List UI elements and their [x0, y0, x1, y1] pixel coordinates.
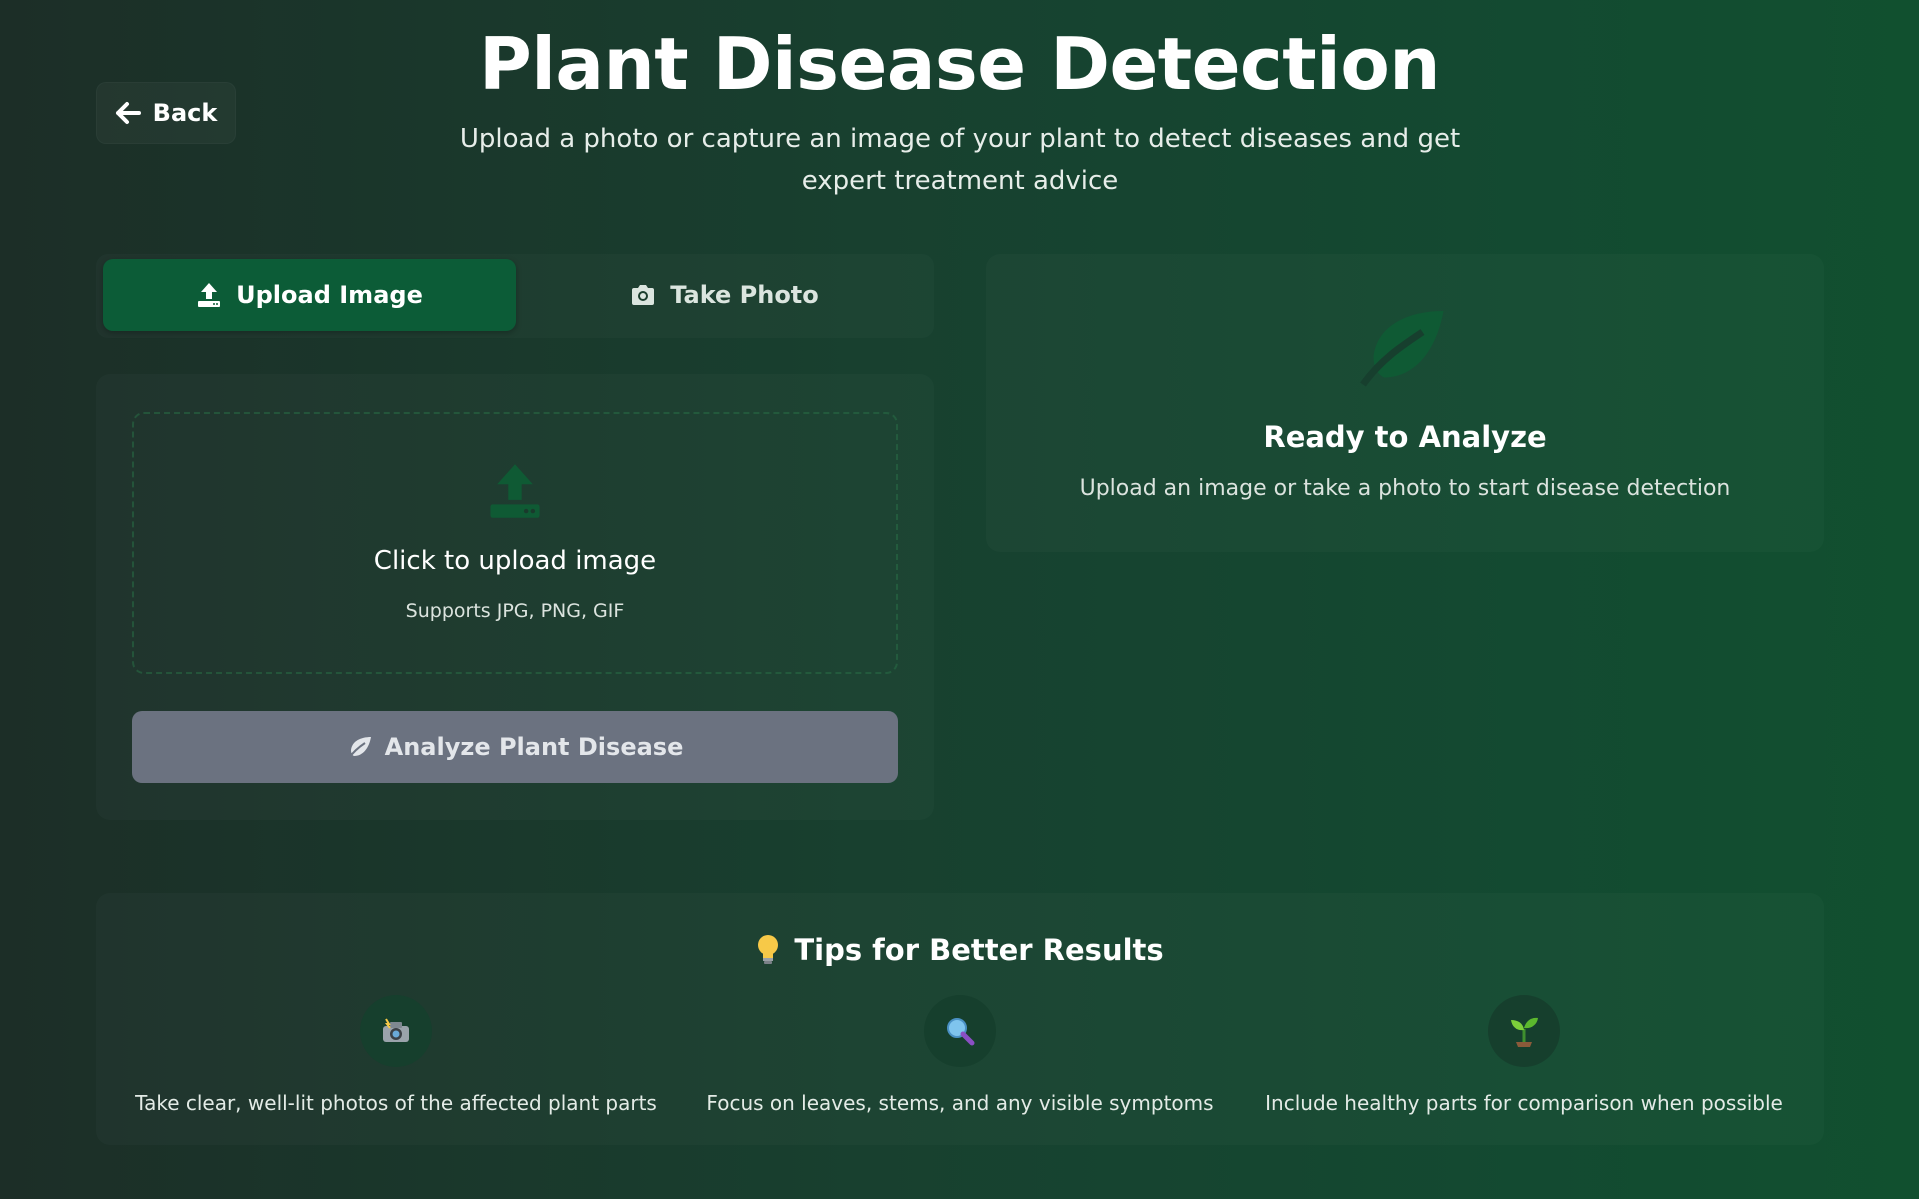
tip-item: Include healthy parts for comparison whe… — [1244, 995, 1804, 1115]
tab-take-photo[interactable]: Take Photo — [518, 259, 931, 331]
camera-icon — [632, 285, 655, 305]
seedling-icon — [1511, 1017, 1538, 1047]
ready-title: Ready to Analyze — [1263, 420, 1547, 454]
tips-section: Tips for Better Results Take clear, well… — [96, 893, 1824, 1145]
tip-text: Include healthy parts for comparison whe… — [1265, 1091, 1783, 1115]
upload-dropzone[interactable]: Click to upload image Supports JPG, PNG,… — [132, 412, 898, 674]
tip-text: Focus on leaves, stems, and any visible … — [706, 1091, 1214, 1115]
upload-title: Click to upload image — [373, 546, 657, 576]
upload-panel: Click to upload image Supports JPG, PNG,… — [96, 374, 934, 820]
lightbulb-icon — [758, 935, 779, 964]
tab-upload-image-label: Upload Image — [236, 281, 423, 309]
tab-take-photo-label: Take Photo — [670, 281, 819, 309]
tip-icon-circle — [924, 995, 996, 1067]
analyze-button[interactable]: Analyze Plant Disease — [132, 711, 898, 783]
upload-icon — [198, 283, 221, 307]
leaf-icon — [347, 737, 371, 759]
analyze-button-label: Analyze Plant Disease — [384, 733, 684, 761]
upload-subtitle: Supports JPG, PNG, GIF — [405, 600, 625, 622]
magnifier-icon — [947, 1018, 975, 1046]
tip-text: Take clear, well-lit photos of the affec… — [135, 1091, 657, 1115]
tip-item: Take clear, well-lit photos of the affec… — [116, 995, 676, 1115]
tip-icon-circle — [1488, 995, 1560, 1067]
mode-tabs: Upload Image Take Photo — [96, 254, 934, 338]
results-panel: Ready to Analyze Upload an image or take… — [986, 254, 1824, 552]
tips-title: Tips for Better Results — [794, 933, 1164, 967]
tips-header: Tips for Better Results — [96, 933, 1824, 967]
tab-upload-image[interactable]: Upload Image — [103, 259, 516, 331]
page-subtitle: Upload a photo or capture an image of yo… — [459, 124, 1461, 196]
ready-subtitle: Upload an image or take a photo to start… — [1079, 476, 1731, 501]
tip-icon-circle — [360, 995, 432, 1067]
upload-icon — [490, 464, 540, 518]
tip-item: Focus on leaves, stems, and any visible … — [680, 995, 1240, 1115]
page-title: Plant Disease Detection — [478, 22, 1441, 106]
leaf-icon — [1360, 311, 1444, 387]
camera-flash-icon — [383, 1018, 409, 1042]
